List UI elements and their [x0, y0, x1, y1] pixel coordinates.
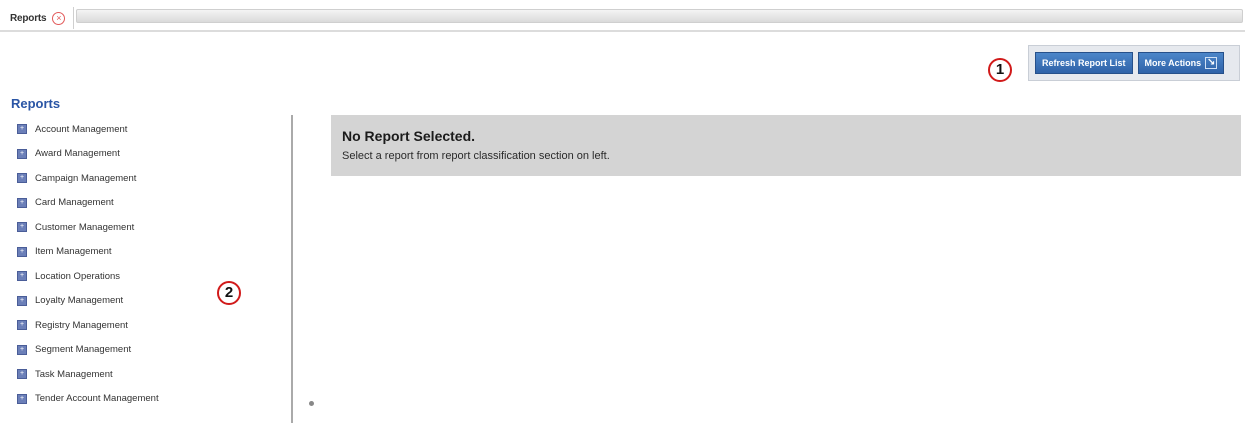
sidebar-item[interactable]: + Location Operations [17, 264, 281, 289]
expand-plus-icon[interactable]: + [17, 369, 27, 380]
splitter-handle-icon[interactable] [309, 401, 314, 406]
callout-marker-1: 1 [988, 58, 1012, 82]
sidebar-item-label: Loyalty Management [35, 295, 124, 307]
expand-plus-icon[interactable]: + [17, 246, 27, 257]
sidebar-title: Reports [11, 96, 61, 111]
sidebar-item[interactable]: + Task Management [17, 362, 281, 387]
report-classification-sidebar: Reports + Account Management + Award Manage… [11, 96, 281, 411]
sidebar-item-label: Award Management [35, 148, 120, 160]
sidebar-item[interactable]: + Customer Management [17, 215, 281, 240]
expand-plus-icon[interactable]: + [17, 344, 27, 355]
sidebar-item-label: Card Management [35, 197, 114, 209]
more-actions-label: More Actions [1144, 58, 1202, 68]
tab-reports[interactable]: Reports × [6, 7, 75, 29]
sidebar-item-label: Location Operations [35, 270, 121, 282]
sidebar-item[interactable]: + Award Management [17, 142, 281, 167]
tab-label: Reports [10, 12, 47, 24]
sidebar-item-label: Customer Management [35, 221, 135, 233]
expand-plus-icon[interactable]: + [17, 124, 27, 135]
expand-plus-icon[interactable]: + [17, 222, 27, 233]
sidebar-item[interactable]: + Account Management [17, 117, 281, 142]
refresh-report-list-button[interactable]: Refresh Report List [1035, 52, 1133, 74]
expand-plus-icon[interactable]: + [17, 295, 27, 306]
message-title: No Report Selected. [342, 128, 476, 144]
close-icon[interactable]: × [52, 11, 66, 25]
refresh-report-list-label: Refresh Report List [1042, 58, 1126, 68]
expand-plus-icon[interactable]: + [17, 320, 27, 331]
tab-bar-track [76, 9, 1243, 23]
no-report-message-panel: No Report Selected. Select a report from… [331, 115, 1241, 176]
more-actions-button[interactable]: More Actions ↘ [1137, 52, 1225, 74]
pane-splitter[interactable] [291, 115, 293, 423]
action-toolbar: Refresh Report List More Actions ↘ [1028, 45, 1240, 81]
sidebar-item[interactable]: + Segment Management [17, 338, 281, 363]
expand-plus-icon[interactable]: + [17, 197, 27, 208]
sidebar-item-label: Tender Account Management [35, 393, 159, 405]
sidebar-item[interactable]: + Registry Management [17, 313, 281, 338]
sidebar-item-label: Task Management [35, 368, 113, 380]
sidebar-item-label: Campaign Management [35, 172, 137, 184]
expand-plus-icon[interactable]: + [17, 393, 27, 404]
sidebar-item-label: Account Management [35, 123, 128, 135]
arrow-down-right-icon: ↘ [1205, 57, 1218, 69]
sidebar-item[interactable]: + Tender Account Management [17, 387, 281, 412]
sidebar-item[interactable]: + Card Management [17, 191, 281, 216]
message-body: Select a report from report classificati… [342, 150, 610, 162]
tab-strip: Reports × [0, 0, 1245, 34]
expand-plus-icon[interactable]: + [17, 148, 27, 159]
sidebar-item[interactable]: + Item Management [17, 240, 281, 265]
expand-plus-icon[interactable]: + [17, 173, 27, 184]
sidebar-item-label: Item Management [35, 246, 112, 258]
sidebar-list: + Account Management + Award Management + Cam… [11, 117, 281, 411]
sidebar-item-label: Registry Management [35, 319, 128, 331]
tab-divider [0, 30, 1245, 32]
expand-plus-icon[interactable]: + [17, 271, 27, 282]
sidebar-item[interactable]: + Campaign Management [17, 166, 281, 191]
sidebar-item-label: Segment Management [35, 344, 132, 356]
sidebar-item[interactable]: + Loyalty Management [17, 289, 281, 314]
